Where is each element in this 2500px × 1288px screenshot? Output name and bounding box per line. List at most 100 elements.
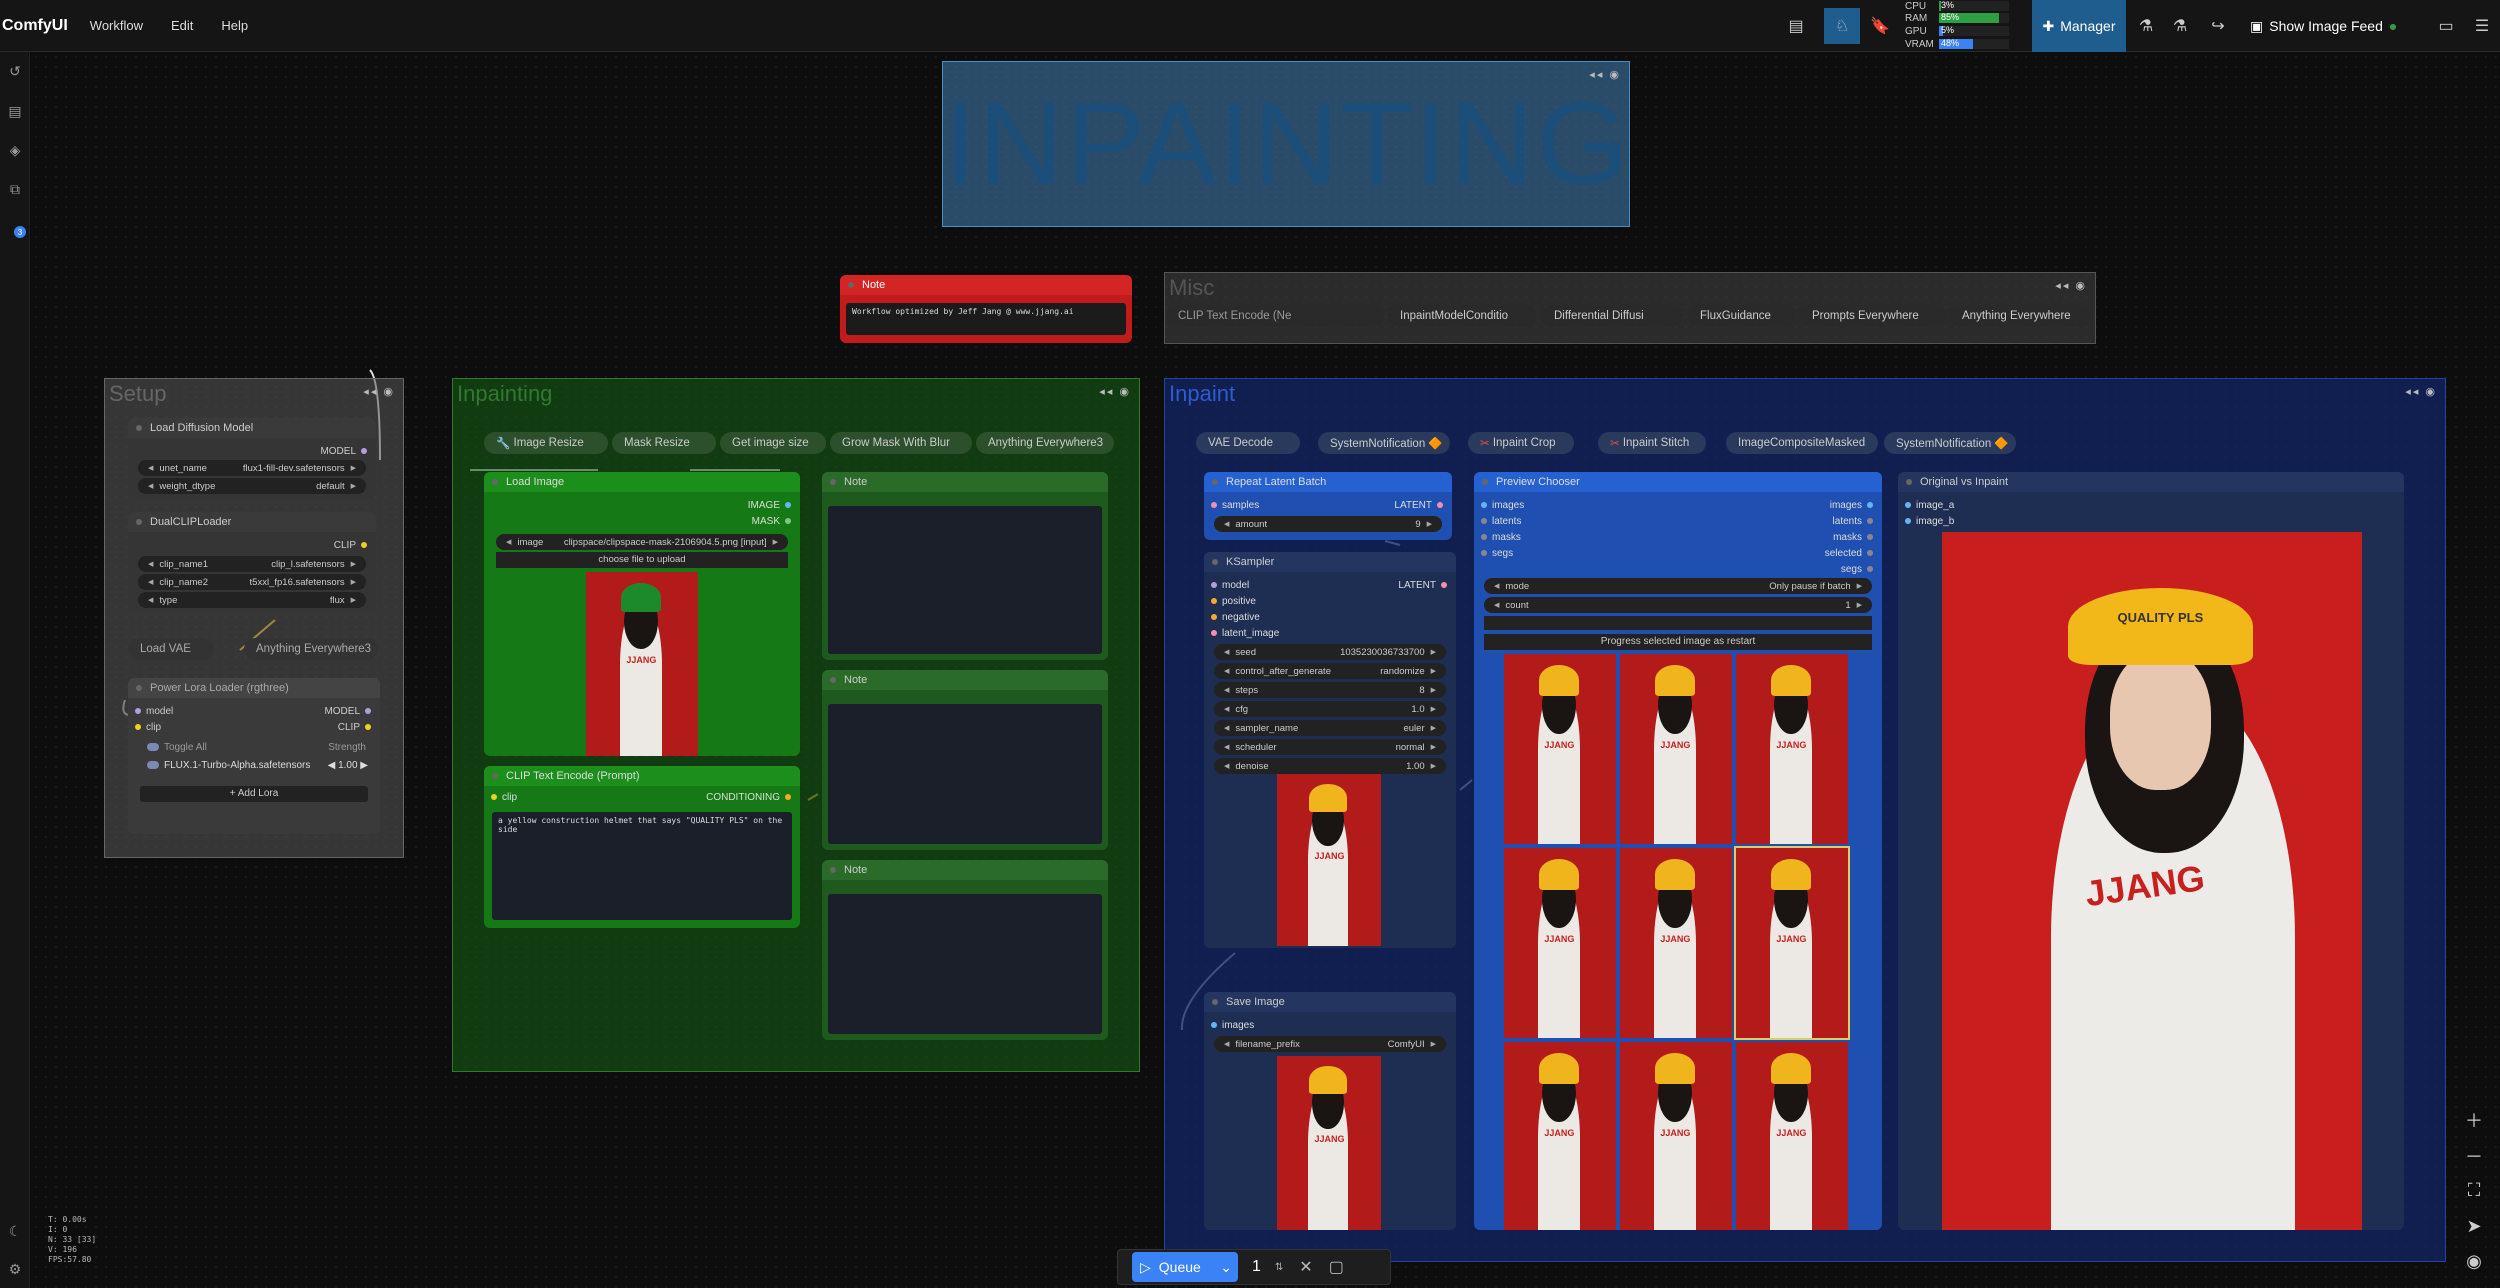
cfg-widget[interactable]: cfg1.0 — [1214, 701, 1446, 717]
queue-count[interactable]: 1 — [1252, 1258, 1261, 1276]
note-node-red[interactable]: Note Workflow optimized by Jeff Jang @ w… — [840, 275, 1132, 343]
upload-button[interactable]: choose file to upload — [496, 552, 788, 568]
image-select-widget[interactable]: imageclipspace/clipspace-mask-2106904.5.… — [496, 534, 788, 550]
power-lora-loader-node[interactable]: Power Lora Loader (rgthree) model clip M… — [128, 678, 380, 834]
group-controls-icon[interactable]: ◂◂ ◉ — [2055, 279, 2087, 292]
note-textarea[interactable] — [828, 704, 1102, 844]
grow-mask-node[interactable]: Grow Mask With Blur — [830, 432, 972, 454]
input-model[interactable]: model — [130, 704, 173, 718]
group-controls-icon[interactable]: ◂◂ ◉ — [1589, 68, 1621, 81]
chevron-down-icon[interactable]: ⌄ — [1220, 1259, 1232, 1276]
output-selected[interactable]: selected — [1825, 546, 1878, 560]
pointer-icon[interactable]: ➤ — [2456, 1208, 2492, 1244]
vae-decode-node[interactable]: VAE Decode — [1196, 432, 1300, 454]
repeat-latent-batch-node[interactable]: Repeat Latent Batch samples LATENT amoun… — [1204, 472, 1452, 540]
output-model[interactable]: MODEL — [324, 704, 376, 718]
misc-pill[interactable]: CLIP Text Encode (Ne — [1166, 305, 1384, 327]
input-masks[interactable]: masks — [1476, 530, 1521, 544]
grid-image[interactable]: JJANG — [1736, 654, 1848, 844]
input-latent-image[interactable]: latent_image — [1206, 626, 1279, 640]
visibility-icon[interactable]: ◉ — [2456, 1243, 2492, 1279]
input-images[interactable]: images — [1206, 1018, 1254, 1032]
system-notification-node[interactable]: SystemNotification 🔶 — [1884, 432, 2016, 454]
clip-name2-widget[interactable]: clip_name2t5xxl_fp16.safetensors — [138, 574, 366, 590]
stepper-icon[interactable]: ⇅ — [1275, 1262, 1283, 1273]
get-image-size-node[interactable]: Get image size — [720, 432, 826, 454]
output-latents[interactable]: latents — [1833, 514, 1878, 528]
input-clip[interactable]: clip — [486, 790, 517, 804]
output-model[interactable]: MODEL — [320, 444, 372, 458]
input-model[interactable]: model — [1206, 578, 1249, 592]
seed-widget[interactable]: seed1035230036733700 — [1214, 644, 1446, 660]
input-segs[interactable]: segs — [1476, 546, 1513, 560]
load-diffusion-model-node[interactable]: Load Diffusion Model MODEL unet_nameflux… — [128, 418, 376, 498]
image-resize-node[interactable]: 🔧 Image Resize — [484, 432, 608, 454]
input-image-a[interactable]: image_a — [1900, 498, 1954, 512]
output-clip[interactable]: CLIP — [334, 538, 372, 552]
title-group[interactable]: INPAINTING ◂◂ ◉ — [942, 61, 1630, 227]
mode-widget[interactable]: modeOnly pause if batch — [1484, 578, 1872, 594]
output-masks[interactable]: masks — [1833, 530, 1878, 544]
note-node[interactable]: Note — [822, 670, 1108, 850]
output-image[interactable]: IMAGE — [748, 498, 796, 512]
queue-button[interactable]: ▷ Queue ⌄ — [1132, 1252, 1238, 1282]
note-node[interactable]: Note — [822, 472, 1108, 660]
lora-toggle[interactable]: FLUX.1-Turbo-Alpha.safetensors — [142, 758, 310, 772]
prompt-textarea[interactable]: a yellow construction helmet that says "… — [492, 812, 792, 920]
grid-image[interactable]: JJANG — [1620, 848, 1732, 1038]
mask-resize-node[interactable]: Mask Resize — [612, 432, 716, 454]
dual-clip-loader-node[interactable]: DualCLIPLoader CLIP clip_name1clip_l.saf… — [128, 512, 376, 612]
group-controls-icon[interactable]: ◂◂ ◉ — [2405, 385, 2437, 398]
zoom-in-icon[interactable]: ＋ — [2456, 1102, 2492, 1138]
scheduler-widget[interactable]: schedulernormal — [1214, 739, 1446, 755]
save-image-node[interactable]: Save Image images filename_prefixComfyUI… — [1204, 992, 1456, 1230]
preview-chooser-node[interactable]: Preview Chooser images latents masks seg… — [1474, 472, 1882, 1230]
system-notification-node[interactable]: SystemNotification 🔶 — [1318, 432, 1450, 454]
steps-widget[interactable]: steps8 — [1214, 682, 1446, 698]
anything-everywhere3-node[interactable]: Anything Everywhere3 — [976, 432, 1114, 454]
output-conditioning[interactable]: CONDITIONING — [706, 790, 796, 804]
output-clip[interactable]: CLIP — [338, 720, 376, 734]
original-vs-inpaint-node[interactable]: Original vs Inpaint image_a image_b QUAL… — [1898, 472, 2404, 1230]
inpaint-stitch-node[interactable]: ✂ Inpaint Stitch — [1598, 432, 1706, 454]
group-controls-icon[interactable]: ◂◂ ◉ — [1099, 385, 1131, 398]
note-textarea[interactable] — [828, 894, 1102, 1034]
output-latent[interactable]: LATENT — [1394, 498, 1448, 512]
grid-image[interactable]: JJANG — [1620, 1042, 1732, 1230]
filename-prefix-widget[interactable]: filename_prefixComfyUI — [1214, 1036, 1446, 1052]
toggle-all[interactable]: Toggle All — [142, 740, 207, 754]
weight-dtype-widget[interactable]: weight_dtypedefault — [138, 478, 366, 494]
input-images[interactable]: images — [1476, 498, 1524, 512]
output-images[interactable]: images — [1830, 498, 1878, 512]
grid-image[interactable]: JJANG — [1736, 1042, 1848, 1230]
comparison-image[interactable]: QUALITY PLS JJANG — [1942, 532, 2362, 1230]
ksampler-node[interactable]: KSampler LATENT model positive negative … — [1204, 552, 1456, 948]
image-composite-masked-node[interactable]: ImageCompositeMasked — [1726, 432, 1878, 454]
grid-image[interactable]: JJANG — [1504, 848, 1616, 1038]
input-positive[interactable]: positive — [1206, 594, 1256, 608]
input-image-b[interactable]: image_b — [1900, 514, 1954, 528]
count-widget[interactable]: count1 — [1484, 597, 1872, 613]
zoom-out-icon[interactable]: － — [2456, 1138, 2492, 1174]
note-node[interactable]: Note — [822, 860, 1108, 1040]
output-mask[interactable]: MASK — [752, 514, 796, 528]
sampler-name-widget[interactable]: sampler_nameeuler — [1214, 720, 1446, 736]
note-textarea[interactable] — [828, 506, 1102, 654]
misc-pill[interactable]: InpaintModelConditio — [1388, 305, 1536, 327]
load-vae-node[interactable]: Load VAE — [128, 638, 214, 660]
grid-image[interactable]: JJANG — [1504, 654, 1616, 844]
group-controls-icon[interactable]: ◂◂ ◉ — [363, 385, 395, 398]
anything-everywhere3-node[interactable]: Anything Everywhere3 — [244, 638, 378, 660]
control-after-generate-widget[interactable]: control_after_generaterandomize — [1214, 663, 1446, 679]
load-image-node[interactable]: Load Image IMAGE MASK imageclipspace/cli… — [484, 472, 800, 756]
progress-selected-button[interactable]: Progress selected image as restart — [1484, 634, 1872, 650]
lora-strength[interactable]: ◀ 1.00 ▶ — [328, 758, 368, 772]
grid-image[interactable]: JJANG — [1734, 846, 1850, 1040]
output-segs[interactable]: segs — [1841, 562, 1878, 576]
clip-text-encode-node[interactable]: CLIP Text Encode (Prompt) clip CONDITION… — [484, 766, 800, 928]
misc-pill[interactable]: FluxGuidance — [1688, 305, 1796, 327]
input-latents[interactable]: latents — [1476, 514, 1521, 528]
input-clip[interactable]: clip — [130, 720, 161, 734]
grid-image[interactable]: JJANG — [1504, 1042, 1616, 1230]
input-samples[interactable]: samples — [1206, 498, 1259, 512]
